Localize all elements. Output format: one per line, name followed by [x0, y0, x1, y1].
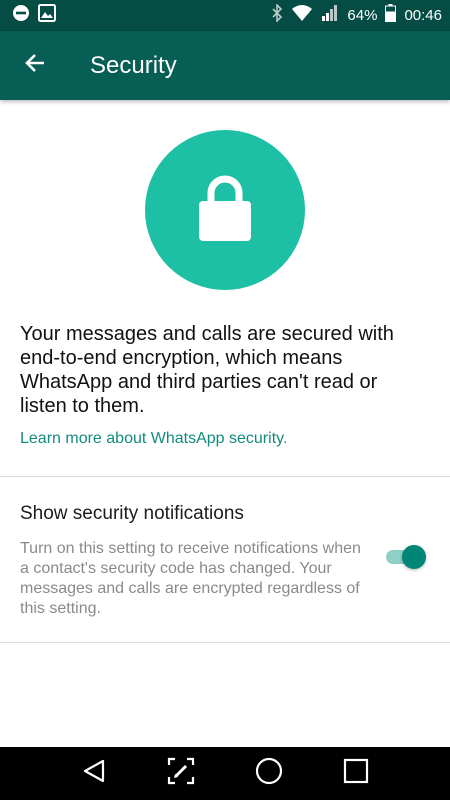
- lock-hero: [145, 130, 305, 290]
- security-notifications-toggle[interactable]: [384, 545, 428, 569]
- status-bar-right: 64% 00:46: [271, 3, 442, 27]
- nav-back-button[interactable]: [74, 754, 114, 794]
- nav-recents-button[interactable]: [336, 754, 376, 794]
- battery-icon: [385, 4, 397, 27]
- home-circle-icon: [255, 757, 283, 790]
- wifi-icon: [291, 4, 313, 27]
- lock-icon: [197, 173, 253, 248]
- app-bar: Security: [0, 31, 450, 100]
- status-bar: 64% 00:46: [0, 0, 450, 31]
- nav-home-button[interactable]: [249, 754, 289, 794]
- toggle-thumb: [402, 545, 426, 569]
- arrow-left-icon: [24, 52, 46, 79]
- divider: [0, 642, 450, 643]
- battery-percent: 64%: [347, 7, 378, 24]
- security-notifications-setting[interactable]: Show security notifications Turn on this…: [0, 477, 450, 642]
- bluetooth-icon: [271, 3, 283, 27]
- gallery-icon: [38, 4, 56, 27]
- status-time: 00:46: [404, 7, 442, 24]
- recents-square-icon: [343, 758, 369, 789]
- navigation-bar: [0, 747, 450, 800]
- nav-capture-button[interactable]: [161, 754, 201, 794]
- capture-icon: [167, 757, 195, 790]
- page-title: Security: [90, 51, 177, 79]
- dnd-icon: [12, 4, 30, 27]
- back-button[interactable]: [0, 31, 70, 100]
- signal-icon: [321, 4, 339, 27]
- learn-more-link[interactable]: Learn more about WhatsApp security.: [20, 430, 287, 448]
- encryption-description: Your messages and calls are secured with…: [20, 323, 394, 417]
- status-bar-left: [12, 4, 56, 27]
- setting-title: Show security notifications: [20, 503, 244, 524]
- back-triangle-icon: [81, 758, 107, 789]
- setting-description: Turn on this setting to receive notifica…: [20, 540, 361, 617]
